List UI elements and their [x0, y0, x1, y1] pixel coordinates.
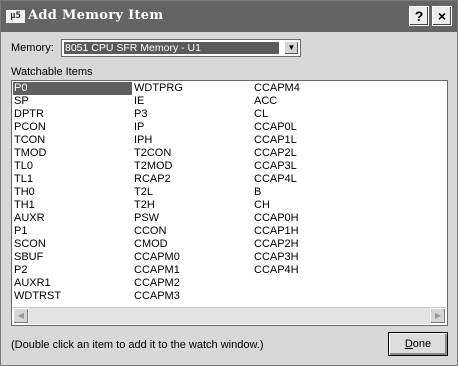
title-bar: µ5 Add Memory Item ? ×	[1, 1, 457, 32]
list-item[interactable]: PSW	[133, 212, 252, 225]
list-item[interactable]: CCAPM0	[133, 251, 252, 264]
list-item[interactable]: CMOD	[133, 238, 252, 251]
chevron-down-icon[interactable]: ▼	[284, 41, 299, 55]
list-item[interactable]: IP	[133, 121, 252, 134]
list-item[interactable]: T2H	[133, 199, 252, 212]
uvision-app-icon: µ5	[6, 10, 25, 23]
scroll-right-icon[interactable]: ▶	[430, 308, 446, 324]
list-item[interactable]: CCAP1L	[253, 134, 372, 147]
list-item[interactable]: P1	[13, 225, 132, 238]
list-item[interactable]: TH1	[13, 199, 132, 212]
hint-text: (Double click an item to add it to the w…	[11, 339, 264, 351]
done-button[interactable]: Done	[388, 332, 448, 356]
list-item[interactable]: IPH	[133, 134, 252, 147]
list-item[interactable]: TL1	[13, 173, 132, 186]
list-item[interactable]: CCAP4H	[253, 264, 372, 277]
horizontal-scrollbar[interactable]: ◀ ▶	[13, 307, 446, 324]
watchable-items-list[interactable]: P0 SP DPTR PCON TCON TMOD TL0 TL1 TH0 TH1 AUXR P1 SC…	[11, 80, 448, 326]
list-item[interactable]: CCON	[133, 225, 252, 238]
list-item[interactable]: CL	[253, 108, 372, 121]
list-item[interactable]: TH0	[13, 186, 132, 199]
list-item[interactable]: TCON	[13, 134, 132, 147]
watchable-items-label: Watchable Items	[11, 66, 93, 78]
list-item[interactable]: T2L	[133, 186, 252, 199]
list-item[interactable]: SP	[13, 95, 132, 108]
list-item[interactable]: WDTRST	[13, 290, 132, 303]
list-item[interactable]: B	[253, 186, 372, 199]
list-item[interactable]: CCAP0L	[253, 121, 372, 134]
list-item[interactable]: SBUF	[13, 251, 132, 264]
list-item[interactable]: CCAPM4	[253, 82, 372, 95]
list-item[interactable]: RCAP2	[133, 173, 252, 186]
list-item[interactable]: CCAP4L	[253, 173, 372, 186]
list-item[interactable]: T2MOD	[133, 160, 252, 173]
help-button[interactable]: ?	[409, 6, 429, 26]
memory-select-value: 8051 CPU SFR Memory - U1	[64, 42, 279, 54]
list-item[interactable]: CCAPM1	[133, 264, 252, 277]
list-item[interactable]: P2	[13, 264, 132, 277]
list-item[interactable]: AUXR	[13, 212, 132, 225]
dialog-title: Add Memory Item	[28, 8, 164, 23]
scroll-left-icon[interactable]: ◀	[13, 308, 29, 324]
list-item[interactable]: T2CON	[133, 147, 252, 160]
list-item[interactable]: IE	[133, 95, 252, 108]
list-item[interactable]: TL0	[13, 160, 132, 173]
list-item[interactable]: PCON	[13, 121, 132, 134]
list-item[interactable]: TMOD	[13, 147, 132, 160]
list-item[interactable]: CCAPM2	[133, 277, 252, 290]
list-item[interactable]: P3	[133, 108, 252, 121]
memory-label: Memory:	[11, 42, 54, 54]
list-item[interactable]: CCAP3L	[253, 160, 372, 173]
close-button[interactable]: ×	[432, 6, 452, 26]
list-item[interactable]: SCON	[13, 238, 132, 251]
list-item[interactable]: ACC	[253, 95, 372, 108]
list-item[interactable]: P0	[13, 82, 132, 95]
list-item[interactable]: DPTR	[13, 108, 132, 121]
list-item[interactable]: CCAPM3	[133, 290, 252, 303]
list-item[interactable]: CH	[253, 199, 372, 212]
list-item[interactable]: AUXR1	[13, 277, 132, 290]
list-item[interactable]: CCAP3H	[253, 251, 372, 264]
list-item[interactable]: CCAP0H	[253, 212, 372, 225]
list-item[interactable]: WDTPRG	[133, 82, 252, 95]
memory-select[interactable]: 8051 CPU SFR Memory - U1 ▼	[61, 39, 301, 57]
list-item[interactable]: CCAP2H	[253, 238, 372, 251]
list-item[interactable]: CCAP1H	[253, 225, 372, 238]
list-item[interactable]: CCAP2L	[253, 147, 372, 160]
add-memory-item-dialog: µ5 Add Memory Item ? × Memory: 8051 CPU …	[0, 0, 458, 366]
